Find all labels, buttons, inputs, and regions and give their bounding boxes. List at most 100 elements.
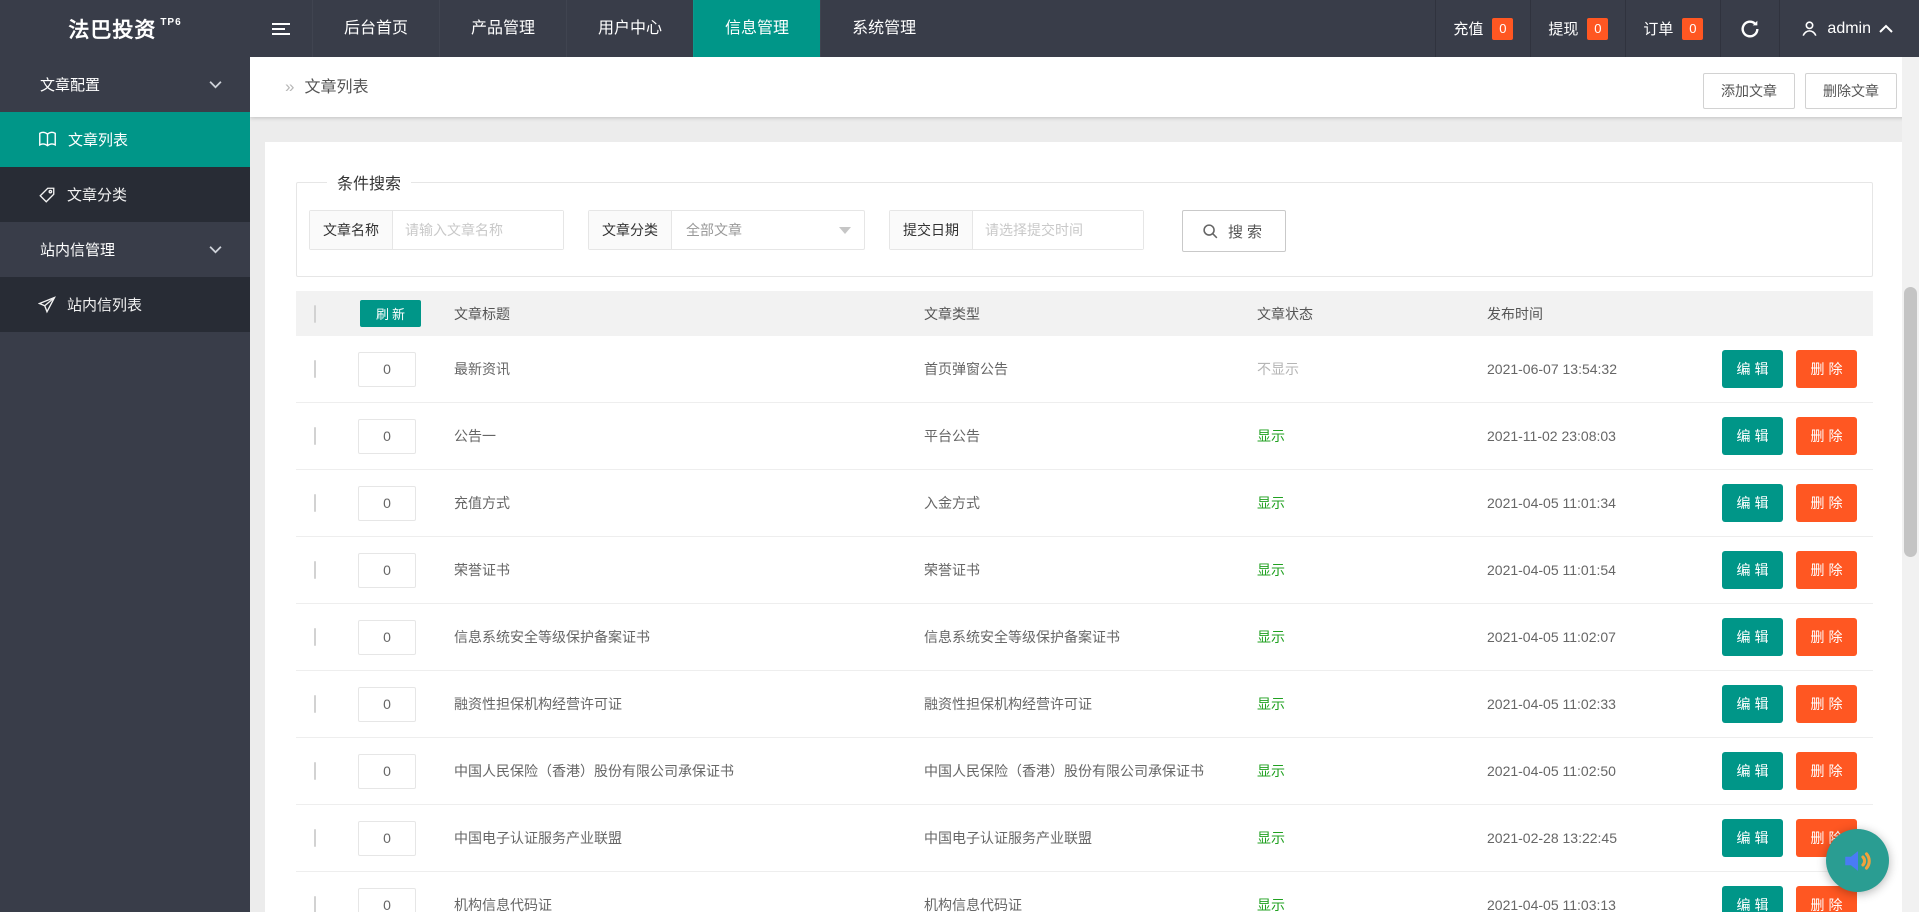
tag-icon (39, 187, 55, 203)
sidebar-item-label: 文章列表 (68, 132, 129, 149)
delete-button[interactable]: 删除 (1796, 484, 1857, 522)
row-checkbox[interactable] (314, 695, 316, 713)
delete-button[interactable]: 删除 (1796, 417, 1857, 455)
delete-button[interactable]: 删除 (1796, 618, 1857, 656)
row-actions: 编辑 删除 (1722, 417, 1873, 455)
add-article-button[interactable]: 添加文章 (1703, 73, 1795, 109)
refresh-icon[interactable] (1720, 0, 1779, 57)
sidebar-item-文章分类[interactable]: 文章分类 (0, 167, 250, 222)
sidebar-group-1[interactable]: 站内信管理 (0, 222, 250, 277)
edit-button[interactable]: 编辑 (1722, 685, 1783, 723)
nav-tab-0[interactable]: 后台首页 (312, 0, 439, 57)
row-checkbox[interactable] (314, 829, 316, 847)
article-type-cell: 机构信息代码证 (924, 897, 1022, 912)
sort-input[interactable] (358, 552, 416, 588)
publish-time-cell: 2021-04-05 11:01:54 (1487, 562, 1616, 578)
sort-input[interactable] (358, 753, 416, 789)
quick-item-2[interactable]: 订单 0 (1625, 0, 1720, 57)
article-table: 刷新 文章标题 文章类型 文章状态 发布时间 最新资讯 首页弹窗公告 不显示 2021… (296, 291, 1873, 912)
delete-article-button[interactable]: 删除文章 (1805, 73, 1897, 109)
article-type-cell: 平台公告 (924, 428, 980, 444)
search-button[interactable]: 搜索 (1182, 210, 1287, 252)
user-menu[interactable]: admin (1779, 0, 1919, 57)
search-row: 文章名称 文章分类 全部文章 提交日期 (309, 194, 1872, 276)
column-header-status: 文章状态 (1257, 305, 1313, 322)
nav-tab-4[interactable]: 系统管理 (820, 0, 947, 57)
table-row: 充值方式 入金方式 显示 2021-04-05 11:01:34 编辑删除 (296, 470, 1873, 537)
article-category-select[interactable]: 全部文章 (672, 211, 864, 249)
sidebar-item-站内信列表[interactable]: 站内信列表 (0, 277, 250, 332)
row-checkbox[interactable] (314, 896, 316, 912)
table-row: 荣誉证书 荣誉证书 显示 2021-04-05 11:01:54 编辑删除 (296, 537, 1873, 604)
delete-button[interactable]: 删除 (1796, 350, 1857, 388)
select-all-checkbox[interactable] (314, 304, 316, 323)
edit-button[interactable]: 编辑 (1722, 886, 1783, 912)
chevron-down-icon (839, 226, 851, 234)
publish-time-cell: 2021-04-05 11:03:13 (1487, 897, 1616, 912)
article-status-cell: 显示 (1257, 629, 1285, 645)
publish-time-cell: 2021-06-07 13:54:32 (1487, 361, 1617, 377)
row-checkbox[interactable] (314, 628, 316, 646)
submit-date-input[interactable] (973, 211, 1143, 249)
sidebar-group-0[interactable]: 文章配置 (0, 57, 250, 112)
article-title-cell: 荣誉证书 (454, 562, 510, 578)
edit-button[interactable]: 编辑 (1722, 350, 1783, 388)
delete-button[interactable]: 删除 (1796, 752, 1857, 790)
submit-date-label: 提交日期 (890, 211, 973, 249)
column-header-title: 文章标题 (454, 305, 510, 322)
article-status-cell: 显示 (1257, 428, 1285, 444)
quick-item-1[interactable]: 提现 0 (1530, 0, 1625, 57)
edit-button[interactable]: 编辑 (1722, 752, 1783, 790)
sort-input[interactable] (358, 686, 416, 722)
sort-input[interactable] (358, 418, 416, 454)
quick-counters: 充值 0 提现 0 订单 0 (1435, 0, 1720, 57)
count-badge: 0 (1682, 17, 1704, 40)
publish-time-cell: 2021-04-05 11:02:33 (1487, 696, 1616, 712)
edit-button[interactable]: 编辑 (1722, 484, 1783, 522)
delete-button[interactable]: 删除 (1796, 685, 1857, 723)
edit-button[interactable]: 编辑 (1722, 819, 1783, 857)
row-checkbox[interactable] (314, 360, 316, 378)
quick-item-label: 充值 (1453, 21, 1484, 38)
quick-item-0[interactable]: 充值 0 (1435, 0, 1530, 57)
sidebar-item-文章列表[interactable]: 文章列表 (0, 112, 250, 167)
search-button-label: 搜索 (1228, 223, 1267, 241)
row-checkbox[interactable] (314, 427, 316, 445)
page-scrollbar[interactable] (1902, 57, 1919, 912)
sort-input[interactable] (358, 485, 416, 521)
nav-tab-1[interactable]: 产品管理 (439, 0, 566, 57)
row-checkbox[interactable] (314, 561, 316, 579)
article-type-cell: 中国电子认证服务产业联盟 (924, 830, 1092, 846)
nav-tab-2[interactable]: 用户中心 (566, 0, 693, 57)
article-title-cell: 中国电子认证服务产业联盟 (454, 830, 622, 846)
sidebar-item-label: 站内信列表 (67, 297, 143, 314)
sort-input[interactable] (358, 887, 416, 912)
nav-tab-3[interactable]: 信息管理 (693, 0, 821, 57)
article-title-cell: 充值方式 (454, 495, 510, 511)
refresh-table-button[interactable]: 刷新 (360, 300, 422, 327)
sound-float-button[interactable] (1826, 829, 1889, 892)
hamburger-icon[interactable] (250, 0, 312, 57)
breadcrumb: » 文章列表 (285, 57, 368, 118)
row-checkbox[interactable] (314, 762, 316, 780)
edit-button[interactable]: 编辑 (1722, 618, 1783, 656)
count-badge: 0 (1587, 17, 1609, 40)
edit-button[interactable]: 编辑 (1722, 551, 1783, 589)
scrollbar-thumb[interactable] (1904, 287, 1917, 557)
row-checkbox[interactable] (314, 494, 316, 512)
sort-input[interactable] (358, 351, 416, 387)
page-title: 文章列表 (304, 79, 369, 96)
article-title-cell: 机构信息代码证 (454, 897, 552, 912)
article-type-cell: 信息系统安全等级保护备案证书 (924, 629, 1120, 645)
article-list-card: 条件搜索 文章名称 文章分类 全部文章 提交日期 (265, 142, 1904, 912)
article-name-input[interactable] (393, 211, 563, 249)
sidebar-group-label: 文章配置 (40, 77, 101, 94)
sort-input[interactable] (358, 820, 416, 856)
table-row: 最新资讯 首页弹窗公告 不显示 2021-06-07 13:54:32 编辑删除 (296, 336, 1873, 403)
delete-button[interactable]: 删除 (1796, 551, 1857, 589)
table-row: 中国电子认证服务产业联盟 中国电子认证服务产业联盟 显示 2021-02-28 13:… (296, 805, 1873, 872)
row-actions: 编辑 删除 (1722, 484, 1873, 522)
sort-input[interactable] (358, 619, 416, 655)
edit-button[interactable]: 编辑 (1722, 417, 1783, 455)
count-badge: 0 (1492, 17, 1514, 40)
